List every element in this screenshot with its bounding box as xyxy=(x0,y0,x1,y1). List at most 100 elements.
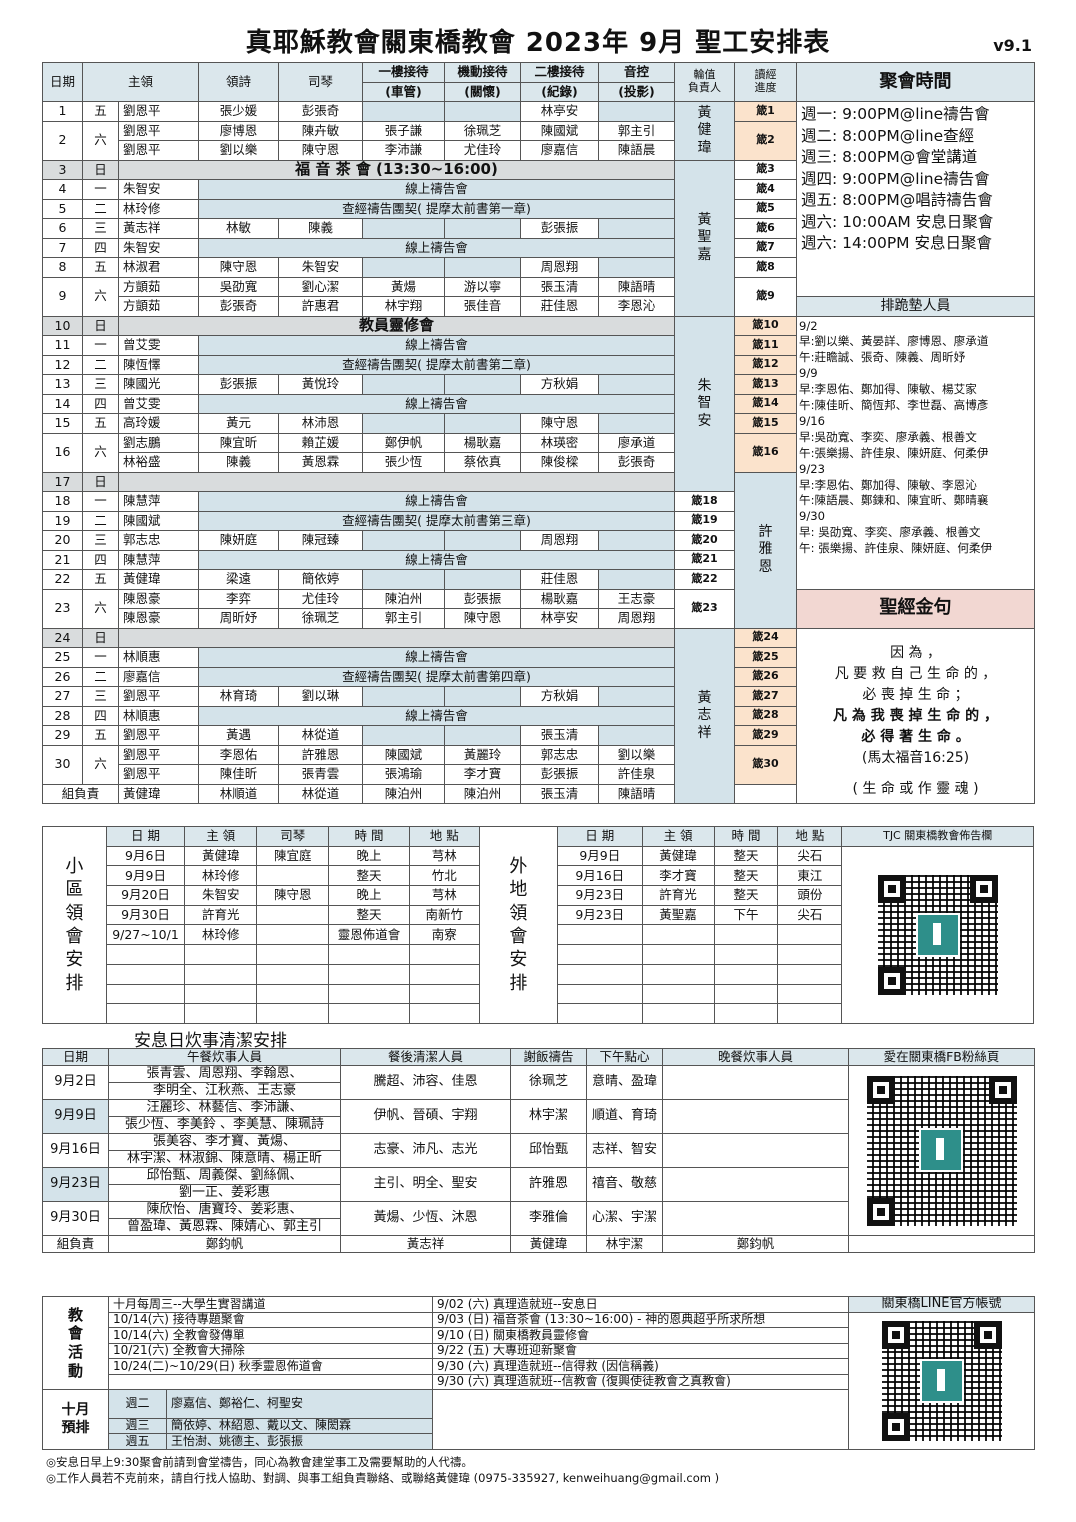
reading-progress: 箴8 xyxy=(734,257,798,278)
header-floor2-sub: (紀錄) xyxy=(520,81,600,102)
staff-name: 林宇翔 xyxy=(362,296,446,317)
small-group-header: 主 領 xyxy=(184,826,258,847)
label-char: 排 xyxy=(65,972,84,994)
outside-cell xyxy=(713,983,779,1005)
staff-name: 劉以樂 xyxy=(198,140,280,161)
staff-name: 張子謙 xyxy=(362,120,446,141)
outside-cell: 9月9日 xyxy=(557,845,643,867)
reading-progress: 箴10 xyxy=(734,315,798,336)
outside-cell: 整天 xyxy=(713,865,779,887)
staff-name: 簡依婷 xyxy=(278,569,364,590)
small-group-cell: 陳守恩 xyxy=(256,885,330,906)
day-number: 24 xyxy=(42,627,83,648)
kneel-list: 9/2 早:劉以樂、黃晏詳、廖博恩、廖承道 午:莊瞻誠、張奇、陳義、周昕妤 9/9 早:… xyxy=(796,315,1036,590)
staff-name: 劉以樂 xyxy=(598,744,676,765)
table-row: 方顗茹 彭張奇 許惠君 林宇翔 張佳音 莊佳恩 李恩沁 排跪墊人員 xyxy=(43,296,1036,317)
cook-date: 9月30日 xyxy=(42,1201,109,1236)
meeting-time-line: 週五: 8:00PM@唱詩禱告會 xyxy=(801,191,993,209)
outside-cell: 9月16日 xyxy=(557,865,643,887)
small-group-cell: 許育光 xyxy=(184,904,258,926)
small-group-cell xyxy=(256,983,330,1005)
october-staff: 王怡澍、姚德主、彭張振 xyxy=(165,1433,434,1450)
day-number: 14 xyxy=(42,393,83,414)
group-staff: 陳語晴 xyxy=(598,783,676,804)
cook-group: 鄭鈞帆 xyxy=(108,1235,341,1253)
small-group-cell: 9月20日 xyxy=(105,885,186,906)
outside-cell xyxy=(557,1003,643,1024)
small-group-cell xyxy=(256,944,330,965)
small-group-cell: 林玲修 xyxy=(184,924,258,946)
reading-progress: 箴11 xyxy=(734,335,798,356)
staff-name: 尤佳玲 xyxy=(444,140,522,161)
reading-progress: 箴2 xyxy=(734,120,798,161)
weekday: 五 xyxy=(82,413,119,434)
outside-cell: 頭份 xyxy=(777,885,843,906)
staff-name: 朱智安 xyxy=(278,257,364,278)
small-group-cell xyxy=(408,963,480,985)
verse-line: 必 喪 掉 生 命 ； xyxy=(862,686,969,703)
cleanup-staff: 主引、明全、聖安 xyxy=(340,1167,511,1202)
table-row: 1 五劉恩平 張少媛 彭張奇 林亭安黃健瑋箴1 週一: 9:00PM@line禱告會 週二:… xyxy=(42,101,1036,297)
footer-note-2: ◎工作人員若不克前來，請自行找人協助、對調、與事工組負責聯絡、或聯絡黃健瑋 (0… xyxy=(46,1471,720,1485)
outside-cell: 東江 xyxy=(777,865,843,887)
lunch-staff: 陳欣怡、唐寶玲、姜彩惠、 xyxy=(108,1201,341,1219)
board-label: TJC 關東橋教會佈告欄 xyxy=(841,826,1034,847)
sunday-event: 福 音 茶 會 (13:30~16:00) xyxy=(117,159,676,180)
small-group-cell xyxy=(105,963,186,985)
meeting-time-header: 聚會時間 xyxy=(796,62,1036,102)
qr-code-icon[interactable] xyxy=(877,874,998,995)
meeting-time-line: 週六: 14:00PM 安息日聚會 xyxy=(801,234,992,252)
staff-name: 徐珮芝 xyxy=(444,120,522,141)
small-group-cell: 晚上 xyxy=(328,885,410,906)
label-char: 動 xyxy=(67,1361,83,1380)
outside-cell: 尖石 xyxy=(777,904,843,926)
leader-name: 劉恩平 xyxy=(117,744,200,765)
staff-name: 賴芷媛 xyxy=(278,432,364,453)
event-item: 9/10 (日) 關東橋教員靈修會 xyxy=(432,1327,850,1344)
outside-cell xyxy=(777,1003,843,1024)
label-char: 會 xyxy=(67,1324,83,1343)
table-row: 10 日教員靈修會朱智安箴10 9/2 早:劉以樂、黃晏詳、廖博恩、廖承道 午:莊瞻誠、… xyxy=(42,315,1036,590)
small-group-cell xyxy=(184,1003,258,1024)
reading-progress: 箴3 xyxy=(734,159,798,180)
small-group-cell xyxy=(184,944,258,965)
leader-name: 林順惠 xyxy=(117,647,200,668)
qr-code-icon[interactable] xyxy=(866,1075,1017,1226)
day-number: 16 xyxy=(42,432,83,473)
activity-empty xyxy=(107,1373,434,1391)
activity-item: 10/21(六) 全教會大掃除 xyxy=(107,1342,434,1360)
day-number: 10 xyxy=(42,315,83,336)
prayer-staff: 李雅倫 xyxy=(510,1201,587,1236)
weekday: 日 xyxy=(82,471,119,492)
outside-cell xyxy=(777,983,843,1005)
event-empty xyxy=(432,1389,850,1450)
staff-name: 彭張振 xyxy=(198,374,280,395)
label-char: 外 xyxy=(509,855,528,877)
small-group-cell xyxy=(256,865,330,887)
small-group-cell xyxy=(105,1003,186,1024)
activity-row: 10/14(六) 接待專題聚會 9/03 (日) 福音茶會 (13:30~16:0… xyxy=(43,1311,1036,1450)
cook-date: 9月9日 xyxy=(42,1099,109,1134)
activities-table: 教會活動十月每周三--大學生實習講道 9/02 (六) 真理造就班--安息日 關東橋… xyxy=(42,1295,1036,1450)
activity-label: 教會活動 xyxy=(42,1295,109,1391)
kneel-line: 早:吳劭寬、李奕、廖承義、根善文 xyxy=(799,429,977,444)
small-group-cell xyxy=(408,1003,480,1024)
staff-name: 黃恩霖 xyxy=(278,452,364,473)
staff-name xyxy=(444,257,522,278)
staff-name xyxy=(598,530,676,551)
staff-name: 劉以琳 xyxy=(278,686,364,707)
kneel-line: 午:莊瞻誠、張奇、陳義、周昕妤 xyxy=(799,350,966,365)
small-group-cell xyxy=(184,983,258,1005)
qr-code-icon[interactable] xyxy=(881,1320,1002,1441)
header-sound: 音控 xyxy=(598,62,676,83)
duty-person: 黃志祥 xyxy=(674,627,736,804)
leader-name: 劉恩平 xyxy=(117,120,200,141)
small-group-cell: 朱智安 xyxy=(184,885,258,906)
footer-note-1: ◎安息日早上9:30聚會前請到會堂禱告，同心為教會建堂事工及需要幫助的人代禱。 xyxy=(46,1455,473,1469)
october-staff: 廖嘉信、鄭裕仁、柯聖安 xyxy=(165,1389,434,1419)
staff-name: 郭主引 xyxy=(362,608,446,629)
schedule-header-row: 日期 主領 領詩 司琴 一樓接待 機動接待 二樓接待 音控 輪值 負責人 讀經 進度 聚會時間 xyxy=(42,62,1036,102)
reading-progress: 箴27 xyxy=(734,686,798,707)
day-number: 15 xyxy=(42,413,83,434)
small-group-cell xyxy=(184,963,258,985)
